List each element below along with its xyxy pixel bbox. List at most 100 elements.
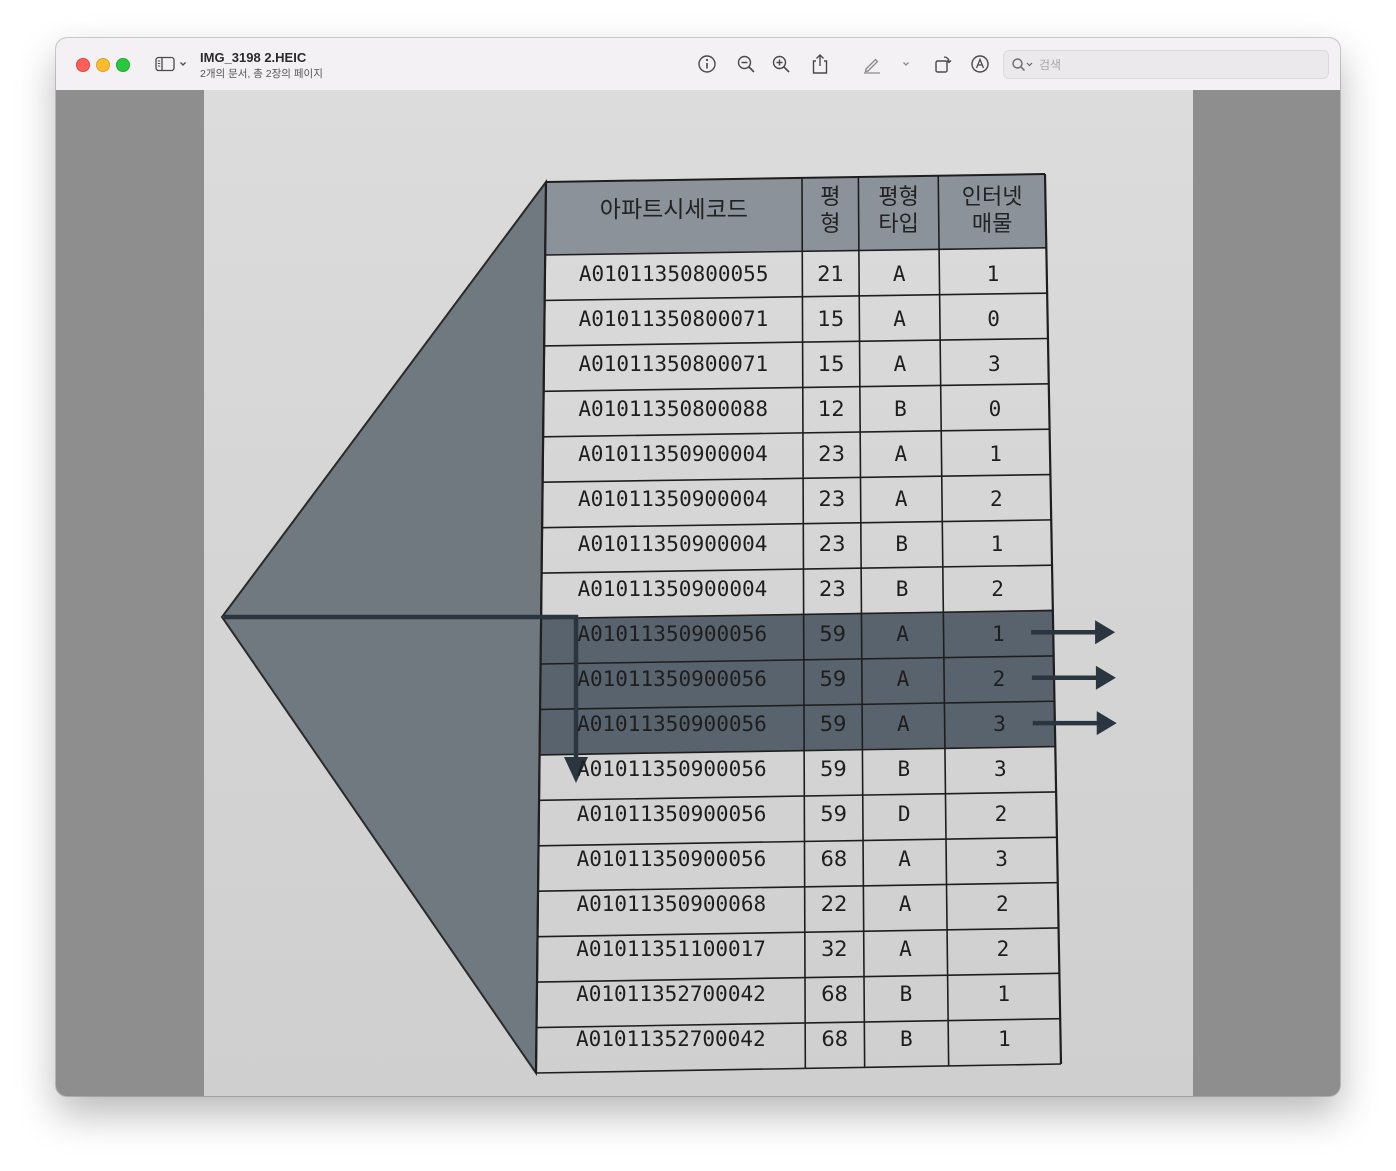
cell-code: A01011352700042	[575, 1026, 766, 1051]
cell-pyeong: 23	[818, 486, 846, 511]
cell-pyeong: 59	[819, 711, 847, 736]
cell-code: A01011350900056	[576, 801, 767, 826]
markup-options-button[interactable]	[898, 52, 914, 76]
cell-type: A	[898, 846, 911, 871]
cell-listing: 1	[990, 531, 1004, 556]
cell-code: A01011350800071	[578, 351, 769, 376]
cell-listing: 1	[989, 441, 1002, 466]
annotate-button[interactable]	[968, 52, 992, 76]
sidebar-toggle-icon	[154, 56, 175, 72]
cell-type: D	[897, 801, 911, 826]
cell-code: A01011350900056	[577, 666, 767, 691]
cell-listing: 3	[987, 351, 1001, 376]
share-button[interactable]	[808, 52, 832, 76]
cell-type: A	[899, 936, 912, 961]
cell-type: A	[898, 891, 912, 916]
markup-pen-icon	[864, 58, 880, 74]
cell-pyeong: 15	[817, 351, 845, 376]
cell-code: A01011350900004	[577, 531, 768, 556]
header-type: 평형 타입	[878, 184, 919, 237]
funnel-wedge	[220, 178, 548, 1077]
cell-code: A01011350800055	[578, 261, 769, 286]
cell-listing: 2	[992, 666, 1006, 691]
annotate-icon	[971, 55, 989, 73]
cell-type: B	[899, 1026, 913, 1051]
cell-pyeong: 68	[820, 846, 848, 871]
cell-code: A01011350900004	[577, 486, 768, 511]
cell-pyeong: 12	[818, 396, 845, 421]
document-subtitle: 2개의 문서, 총 2장의 페이지	[200, 68, 323, 80]
cell-type: A	[893, 351, 907, 376]
cell-code: A01011350800088	[578, 396, 768, 421]
cell-code: A01011350800071	[578, 306, 769, 331]
header-listing: 인터넷 매물	[961, 184, 1023, 237]
cell-listing: 2	[994, 801, 1008, 826]
chevron-down-icon	[903, 62, 909, 66]
cell-listing: 2	[996, 936, 1010, 961]
row-arrow-head	[1095, 620, 1116, 645]
cell-listing: 0	[988, 396, 1002, 421]
cell-pyeong: 68	[821, 981, 848, 1006]
rotate-icon	[935, 56, 952, 73]
minimize-window-button[interactable]	[96, 58, 110, 72]
cell-type: A	[894, 486, 908, 511]
rotate-button[interactable]	[931, 52, 955, 76]
cell-listing: 2	[989, 486, 1003, 511]
search-icon	[1012, 57, 1033, 71]
cell-type: B	[895, 576, 909, 601]
row-arrow-head	[1096, 711, 1117, 736]
maximize-window-button[interactable]	[116, 58, 130, 72]
search-input[interactable]	[1039, 57, 1309, 72]
cell-pyeong: 59	[819, 756, 847, 781]
cell-code: A01011350900004	[578, 441, 768, 466]
cell-type: B	[895, 531, 908, 556]
share-icon	[812, 54, 828, 74]
cell-listing: 1	[991, 621, 1005, 646]
page-image: 아파트시세코드 평 형 평형 타입 인터넷 매물 A01011350800055 21 A 1 A01…	[204, 90, 1193, 1096]
markup-button[interactable]	[860, 52, 884, 76]
cell-listing: 2	[991, 576, 1004, 601]
preview-window: IMG_3198 2.HEIC 2개의 문서, 총 2장의 페이지 검색 아파트…	[56, 38, 1340, 1096]
cell-type: A	[894, 441, 908, 466]
close-window-button[interactable]	[76, 58, 90, 72]
cell-pyeong: 21	[817, 261, 845, 286]
row-divider	[535, 1063, 1062, 1074]
cell-code: A01011350900056	[576, 846, 767, 871]
cell-type: A	[892, 261, 906, 286]
cell-pyeong: 59	[820, 801, 847, 826]
zoom-in-button[interactable]	[769, 52, 793, 76]
cell-code: A01011351100017	[576, 936, 766, 961]
cell-listing: 0	[987, 306, 1000, 331]
cell-code: A01011350900068	[576, 891, 767, 916]
cell-code: A01011350900056	[577, 711, 767, 736]
cell-pyeong: 23	[818, 576, 846, 601]
cell-pyeong: 23	[818, 441, 845, 466]
cell-type: B	[894, 396, 907, 421]
cell-type: A	[896, 666, 910, 691]
zoom-out-icon	[737, 55, 755, 73]
search-field[interactable]	[1003, 50, 1329, 79]
cell-listing: 3	[993, 756, 1007, 781]
zoom-in-icon	[772, 55, 790, 73]
cell-code: A01011352700042	[576, 981, 766, 1006]
cell-type: B	[899, 981, 913, 1006]
sidebar-toggle-button[interactable]	[152, 52, 190, 76]
cell-type: A	[896, 621, 909, 646]
header-code: 아파트시세코드	[599, 197, 748, 223]
header-pyeong: 평형	[820, 184, 841, 237]
cell-pyeong: 68	[821, 1026, 849, 1051]
cell-listing: 3	[993, 711, 1006, 736]
cell-pyeong: 59	[819, 621, 846, 646]
cell-listing: 3	[995, 846, 1008, 871]
cell-pyeong: 32	[820, 936, 848, 961]
cell-type: A	[897, 711, 910, 736]
cell-listing: 1	[986, 261, 1000, 286]
title-bar: IMG_3198 2.HEIC 2개의 문서, 총 2장의 페이지	[56, 38, 1340, 91]
zoom-out-button[interactable]	[734, 52, 758, 76]
cell-code: A01011350900004	[577, 576, 768, 601]
document-title: IMG_3198 2.HEIC	[200, 50, 307, 65]
document-viewer[interactable]: 아파트시세코드 평 형 평형 타입 인터넷 매물 A01011350800055 21 A 1 A01…	[56, 90, 1340, 1096]
cell-pyeong: 23	[818, 531, 846, 556]
info-button[interactable]	[695, 52, 719, 76]
cell-type: A	[893, 306, 906, 331]
